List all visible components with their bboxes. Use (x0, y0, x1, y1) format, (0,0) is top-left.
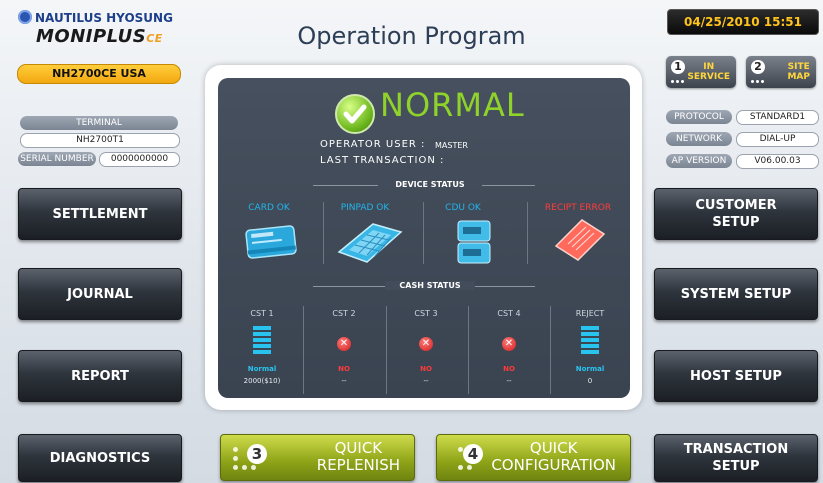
device-label-receipt: RECIPT ERROR (544, 203, 612, 213)
card-reader-icon (244, 222, 298, 266)
cash-dispenser-icon (454, 218, 494, 270)
cassette-status: Normal (247, 365, 277, 373)
cassette-amount: -- (341, 377, 347, 385)
transaction-setup-button[interactable]: TRANSACTION SETUP (654, 434, 818, 482)
quick-configuration-button[interactable]: 4 QUICK CONFIGURATION (436, 434, 631, 481)
serial-number-value: 0000000000 (99, 152, 180, 167)
settlement-button[interactable]: SETTLEMENT (18, 188, 182, 240)
quick-replenish-button[interactable]: 3 QUICK REPLENISH (220, 434, 415, 481)
terminal-value: NH2700T1 (20, 133, 180, 148)
divider (527, 202, 528, 264)
cassette-level-icon (581, 326, 599, 356)
error-x-icon: ✕ (337, 337, 351, 351)
network-label: NETWORK (666, 132, 732, 146)
model-badge: NH2700CE USA (17, 64, 181, 84)
device-label-pinpad: PINPAD OK (340, 203, 390, 213)
site-map-button[interactable]: 2 SITE MAP (746, 56, 816, 88)
operator-label: OPERATOR USER : (320, 139, 426, 150)
host-setup-button[interactable]: HOST SETUP (654, 350, 818, 402)
cassette-amount: 0 (587, 377, 593, 385)
device-status-title: DEVICE STATUS (378, 180, 482, 189)
protocol-label: PROTOCOL (666, 110, 732, 124)
cassette-level-icon (253, 326, 271, 356)
divider (323, 202, 324, 264)
datetime-display: 04/25/2010 15:51 (667, 9, 819, 35)
error-x-icon: ✕ (502, 337, 516, 351)
cash-status-title: CASH STATUS (385, 281, 475, 290)
cassette-amount: -- (506, 377, 512, 385)
network-value: DIAL-UP (736, 132, 819, 147)
cassette-status: NO (420, 365, 432, 373)
ap-version-label: AP VERSION (666, 154, 732, 168)
pinpad-icon (333, 218, 405, 268)
last-transaction-label: LAST TRANSACTION : (320, 155, 445, 166)
cassette-status: NO (338, 365, 350, 373)
dots-icon (670, 76, 688, 84)
divider (468, 306, 469, 394)
system-setup-button[interactable]: SYSTEM SETUP (654, 268, 818, 320)
error-x-icon: ✕ (419, 337, 433, 351)
divider (303, 306, 304, 394)
device-label-cdu: CDU OK (445, 203, 481, 213)
number-badge-icon: 2 (751, 60, 765, 74)
cassette-amount: -- (423, 377, 429, 385)
serial-number-label: SERIAL NUMBER (18, 152, 96, 166)
customer-setup-button[interactable]: CUSTOMER SETUP (654, 188, 818, 240)
system-state: NORMAL (380, 86, 525, 124)
report-button[interactable]: REPORT (18, 350, 182, 402)
number-badge-icon: 3 (247, 444, 267, 464)
number-badge-icon: 1 (671, 60, 685, 74)
number-badge-icon: 4 (463, 444, 483, 464)
cassette-label: CST 3 (414, 309, 438, 318)
cassette-status: NO (503, 365, 515, 373)
operator-value: MASTER (435, 141, 468, 150)
receipt-printer-icon (548, 216, 608, 268)
divider (386, 306, 387, 394)
cassette-amount: 2000($10) (243, 377, 281, 385)
cassette-label: REJECT (575, 309, 605, 318)
ap-version-value: V06.00.03 (736, 154, 819, 169)
check-icon (335, 94, 375, 134)
cassette-label: CST 4 (497, 309, 521, 318)
cassette-label: CST 2 (332, 309, 356, 318)
divider (550, 306, 551, 394)
diagnostics-button[interactable]: DIAGNOSTICS (18, 434, 182, 482)
in-service-button[interactable]: 1 IN SERVICE (666, 56, 736, 88)
device-label-card: CARD OK (248, 203, 290, 213)
protocol-value: STANDARD1 (736, 110, 819, 125)
journal-button[interactable]: JOURNAL (18, 268, 182, 320)
terminal-label: TERMINAL (20, 116, 178, 130)
divider (423, 202, 424, 264)
cassette-label: CST 1 (250, 309, 274, 318)
dots-icon (750, 76, 768, 84)
cassette-status: Normal (575, 365, 605, 373)
